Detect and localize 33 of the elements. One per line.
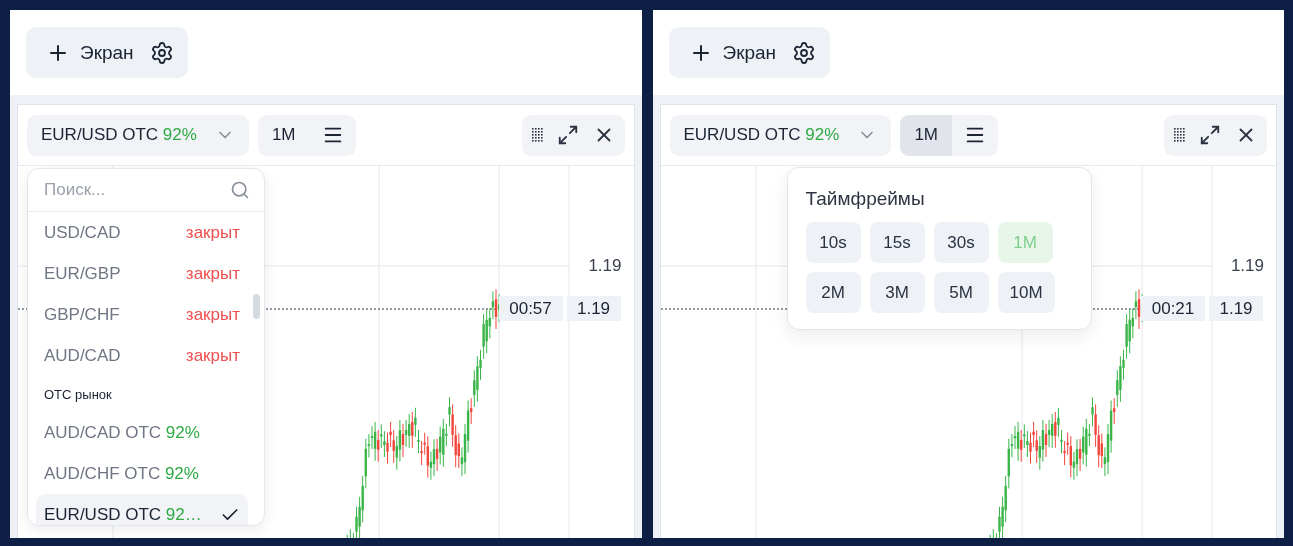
current-price-tag: 1.19 [566,296,621,321]
timeframe-option[interactable]: 15s [869,222,925,263]
popup-title: Таймфреймы [805,188,926,210]
asset-item[interactable]: AUD/CHF OTC 92% [36,453,248,494]
search-icon[interactable] [230,180,250,200]
price-axis-label: 1.19 [588,256,622,276]
candle-timer: 00:21 [1141,296,1205,321]
expand-icon[interactable] [556,124,579,146]
timeframe-option[interactable]: 30s [933,222,989,263]
settings-icon [792,40,817,65]
settings-icon [149,40,174,65]
timeframe-option[interactable]: 3M [869,272,925,313]
asset-item[interactable]: AUD/CAD закрыт [36,335,248,376]
grid-dots-icon[interactable] [1174,128,1185,142]
expand-icon[interactable] [1199,124,1221,146]
asset-item[interactable]: EUR/USD OTC 92… [36,494,248,525]
timeframe-option[interactable]: 2M [805,272,861,313]
scrollbar-thumb[interactable] [253,294,260,319]
timeframe-option[interactable]: 10M [997,272,1055,313]
grid-dots-icon[interactable] [531,128,543,142]
asset-select[interactable]: EUR/USD OTC 92% [27,114,249,156]
asset-item[interactable]: AUD/CAD OTC 92% [36,412,248,453]
asset-item[interactable]: GBP/CHF закрыт [36,294,248,335]
asset-select[interactable]: EUR/USD OTC 92% [669,114,892,156]
price-axis-label: 1.19 [1230,256,1264,276]
current-price-tag: 1.19 [1209,296,1263,321]
timeframe-option[interactable]: 5M [933,272,989,313]
candle-timer: 00:57 [498,296,563,321]
timeframe-button[interactable]: 1M [900,114,952,156]
asset-item[interactable]: USD/CAD закрыт [36,212,248,253]
asset-item[interactable]: EUR/GBP закрыт [36,253,248,294]
timeframe-option[interactable]: 10s [805,222,861,263]
group-header: OTC рынок [43,385,113,404]
